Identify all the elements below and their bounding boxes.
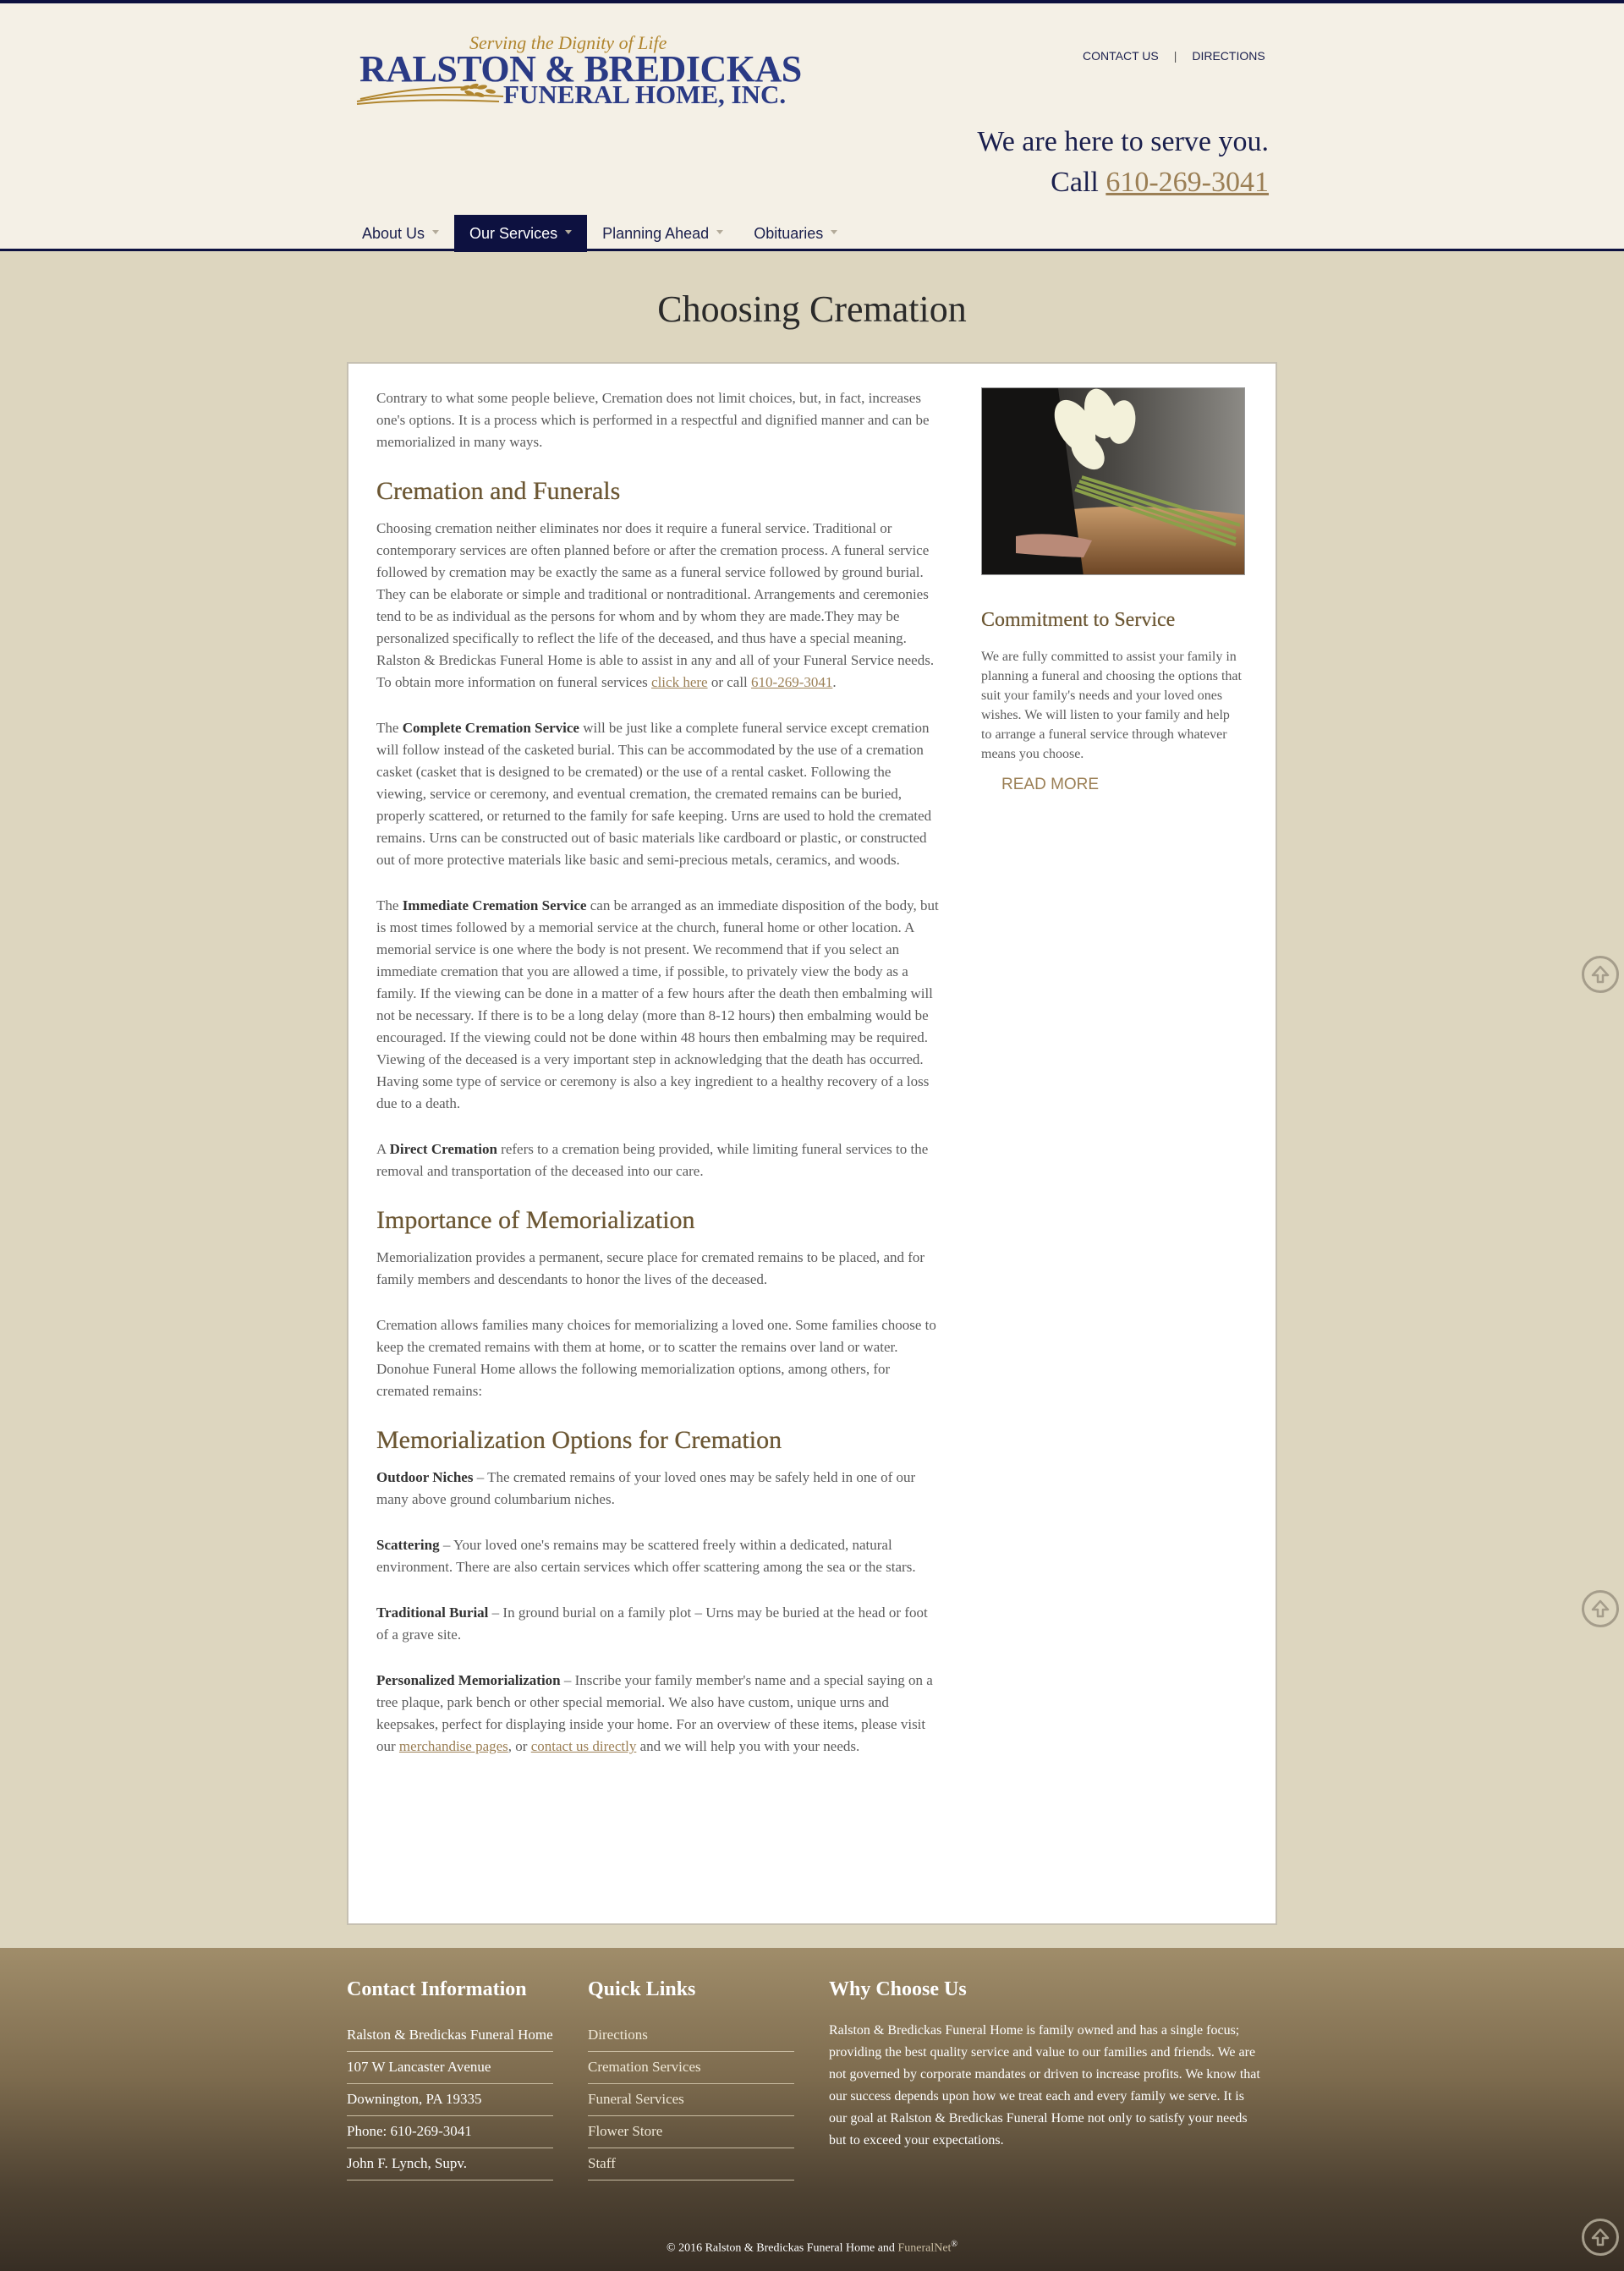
heading-importance: Importance of Memorialization [376,1206,695,1234]
scroll-top-button[interactable] [1582,2219,1619,2256]
registered-mark: ® [951,2240,958,2249]
page-title: Choosing Cremation [657,288,967,330]
call-line: Call 610-269-3041 [1051,167,1269,199]
importance-paragraph-2: Cremation allows families many choices f… [376,1317,936,1399]
footer-link-cremation-services[interactable]: Cremation Services [588,2052,794,2084]
scroll-top-button[interactable] [1582,1590,1619,1627]
contact-row: Phone: 610-269-3041 [347,2116,553,2148]
immediate-cremation-paragraph: The Immediate Cremation Service can be a… [376,895,941,1115]
caret-down-icon [565,229,573,234]
nav-item-about-us[interactable]: About Us [347,215,454,252]
sidebar-title: Commitment to Service [981,609,1176,631]
nav-item-label: Our Services [469,225,558,242]
footer-why: Why Choose Us Ralston & Bredickas Funera… [829,1978,1269,2152]
arrow-up-icon [1591,2228,1610,2246]
logo-name-line2: FUNERAL HOME, INC. [503,80,787,109]
funerals-text: Choosing cremation neither eliminates no… [376,520,935,690]
sidebar-text: We are fully committed to assist your fa… [981,650,1242,761]
header-phone-link[interactable]: 610-269-3041 [1106,167,1269,198]
footer-link-directions[interactable]: Directions [588,2020,794,2052]
caret-down-icon [716,229,724,234]
footer-link-flower-store[interactable]: Flower Store [588,2116,794,2148]
footer-why-text: Ralston & Bredickas Funeral Home is fami… [829,2023,1260,2148]
contact-row: Ralston & Bredickas Funeral Home [347,2020,553,2052]
burial-paragraph: Traditional Burial – In ground burial on… [376,1602,941,1646]
funerals-phone-link[interactable]: 610-269-3041 [751,674,832,690]
arrow-up-icon [1591,965,1610,984]
wheat-icon [356,83,504,105]
nav-item-label: About Us [362,225,425,242]
direct-pre: A [376,1141,387,1157]
caret-down-icon [831,229,838,234]
site-header: Serving the Dignity of Life RALSTON & BR… [0,0,1624,252]
or-call-text: or call [710,674,748,690]
complete-cremation-text: will be just like a complete funeral ser… [376,720,932,868]
copyright-text: © 2016 Ralston & Bredickas Funeral Home … [666,2241,895,2255]
contact-us-link[interactable]: CONTACT US [1083,49,1159,63]
heading-options: Memorialization Options for Cremation [376,1426,782,1454]
footer-link-staff[interactable]: Staff [588,2148,794,2180]
footer-quick-links: Quick Links Directions Cremation Service… [588,1978,794,2180]
funeralnet-link[interactable]: FuneralNet [897,2242,951,2255]
sidebar: Commitment to Service We are fully commi… [981,387,1245,794]
scattering-paragraph: Scattering – Your loved one's remains ma… [376,1534,941,1578]
contact-row: Downington, PA 19335 [347,2084,553,2116]
immediate-cremation-term: Immediate Cremation Service [402,897,587,913]
complete-pre: The [376,720,399,736]
main-nav: About Us Our Services Planning Ahead Obi… [347,215,853,252]
immediate-cremation-text: can be arranged as an immediate disposit… [376,897,939,1111]
site-logo[interactable]: Serving the Dignity of Life RALSTON & BR… [355,32,802,117]
nav-item-label: Planning Ahead [602,225,710,242]
importance-paragraph-1: Memorialization provides a permanent, se… [376,1249,925,1287]
copyright: © 2016 Ralston & Bredickas Funeral Home … [0,2240,1624,2256]
niches-term: Outdoor Niches [376,1469,474,1485]
contact-row: 107 W Lancaster Avenue [347,2052,553,2084]
content-box: Contrary to what some people believe, Cr… [347,362,1277,1925]
arrow-up-icon [1591,1599,1610,1618]
personalized-end: and we will help you with your needs. [639,1738,860,1754]
casket-flowers-photo [981,387,1245,575]
directions-link[interactable]: DIRECTIONS [1192,49,1265,63]
footer-contact: Contact Information Ralston & Bredickas … [347,1978,553,2180]
caret-down-icon [432,229,440,234]
funerals-paragraph: Choosing cremation neither eliminates no… [376,520,935,690]
serve-message: We are here to serve you. [977,126,1269,157]
nav-item-planning-ahead[interactable]: Planning Ahead [587,215,738,252]
footer-link-funeral-services[interactable]: Funeral Services [588,2084,794,2116]
site-footer: Contact Information Ralston & Bredickas … [0,1948,1624,2271]
merchandise-link[interactable]: merchandise pages [399,1738,508,1754]
complete-cremation-paragraph: The Complete Cremation Service will be j… [376,717,941,871]
main-column: Contrary to what some people believe, Cr… [376,387,941,1781]
contact-directly-link[interactable]: contact us directly [531,1738,637,1754]
top-links: CONTACT US | DIRECTIONS [1083,49,1265,63]
heading-cremation-funerals: Cremation and Funerals [376,477,621,505]
nav-item-our-services[interactable]: Our Services [454,215,588,252]
immediate-pre: The [376,897,399,913]
footer-links-title: Quick Links [588,1978,696,2000]
contact-row: John F. Lynch, Supv. [347,2148,553,2180]
intro-paragraph: Contrary to what some people believe, Cr… [376,390,930,450]
personalized-paragraph: Personalized Memorialization – Inscribe … [376,1670,941,1758]
direct-cremation-term: Direct Cremation [389,1141,497,1157]
niches-paragraph: Outdoor Niches – The cremated remains of… [376,1467,941,1511]
top-link-separator: | [1173,49,1177,63]
click-here-link[interactable]: click here [651,674,708,690]
footer-contact-title: Contact Information [347,1978,527,2000]
nav-item-obituaries[interactable]: Obituaries [738,215,853,252]
nav-item-label: Obituaries [754,225,824,242]
personalized-term: Personalized Memorialization [376,1672,561,1688]
read-more-link[interactable]: READ MORE [1001,776,1099,794]
direct-cremation-paragraph: A Direct Cremation refers to a cremation… [376,1138,941,1182]
footer-why-title: Why Choose Us [829,1978,967,2000]
burial-term: Traditional Burial [376,1605,489,1621]
scattering-text: – Your loved one's remains may be scatte… [376,1537,916,1575]
scroll-top-button[interactable] [1582,956,1619,993]
call-label: Call [1051,167,1099,198]
complete-cremation-term: Complete Cremation Service [402,720,579,736]
scattering-term: Scattering [376,1537,440,1553]
or-text: , or [508,1738,528,1754]
